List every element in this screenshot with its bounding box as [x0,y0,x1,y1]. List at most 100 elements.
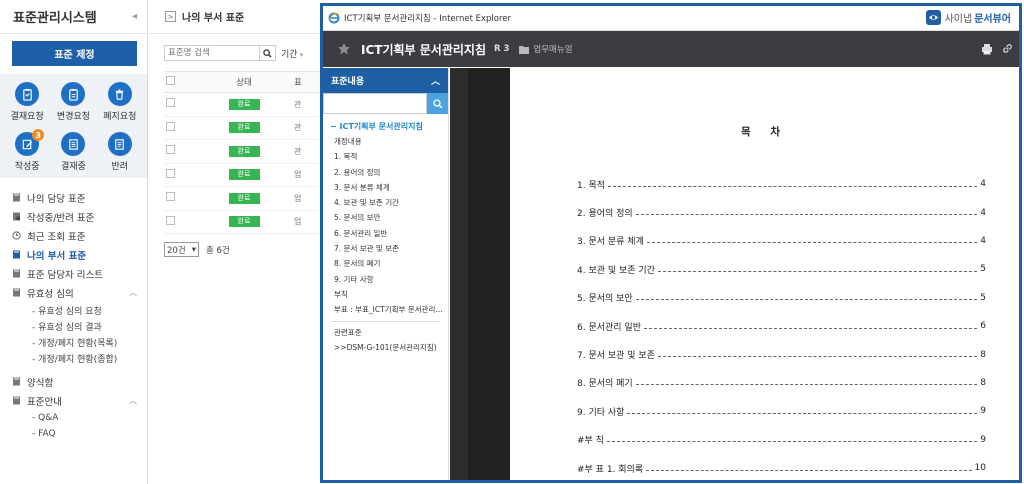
standard-name-truncated[interactable]: 업 [294,193,304,204]
approval-request-action[interactable]: 결재요청 [4,82,50,128]
standard-name-truncated[interactable]: 관 [294,146,304,157]
page-toc-line[interactable]: 4. 보관 및 보존 기간 5 [577,255,986,283]
toc-item[interactable]: 부칙 [323,287,448,302]
row-checkbox[interactable] [166,145,175,155]
drafting-action[interactable]: 3 작성중 [4,129,50,178]
toc-search-bar [323,93,448,114]
submenu-faq[interactable]: - FAQ [0,426,147,442]
star-icon[interactable] [337,42,351,56]
page-toc-line[interactable]: 1. 목적 4 [577,170,986,198]
submenu-qna[interactable]: - Q&A [0,410,147,426]
toc-item[interactable]: 2. 용어의 정의 [323,165,448,180]
table-row[interactable]: 완료 업 [164,186,322,211]
toc-item[interactable]: 1. 목적 [323,149,448,164]
page-toc-line[interactable]: 3. 문서 분류 체계 4 [577,227,986,255]
in-approval-action[interactable]: 결재중 [50,132,96,178]
sidebar-item-department-standards[interactable]: 나의 부서 표준 [0,245,147,264]
table-row[interactable]: 완료 업 [164,163,322,187]
toc-item[interactable]: 4. 보관 및 보존 기간 [323,195,448,210]
submenu-revision-status-list[interactable]: - 개정/폐지 현황(목록) [0,334,147,350]
standard-name-truncated[interactable]: 관 [294,122,304,133]
toc-line-page: 4 [980,235,986,246]
toc-item[interactable]: 부표 : 부표_ICT기획부 문서관리지침 [323,302,448,317]
search-icon[interactable] [427,93,448,114]
row-checkbox[interactable] [166,168,175,178]
sidebar-item-validity-review[interactable]: 유효성 심의 ︿ [0,283,147,302]
select-all-checkbox[interactable] [166,76,175,85]
toc-item[interactable]: 5. 문서의 보안 [323,210,448,225]
sidebar-item-form-box[interactable]: 양식함 [0,372,147,391]
period-filter[interactable]: 기간 ▾ [281,47,303,60]
toc-item[interactable]: 7. 문서 보관 및 보존 [323,241,448,256]
print-icon[interactable] [981,43,993,55]
toc-header[interactable]: 표준내용 ︿ [323,68,448,93]
book-icon [12,250,21,259]
sidebar-item-label: 나의 부서 표준 [27,250,87,262]
row-checkbox[interactable] [166,98,175,108]
status-badge: 완료 [228,169,260,181]
submenu-validity-request[interactable]: - 유효성 심의 요청 [0,302,147,318]
sidebar-item-my-standards[interactable]: 나의 담당 표준 [0,188,147,207]
status-cell: 완료 [194,139,294,164]
expand-sidebar-button[interactable]: > [165,11,176,22]
row-checkbox[interactable] [166,192,175,202]
collapse-sidebar-icon[interactable]: ◂ [132,11,137,22]
page-toc-line[interactable]: 6. 문서관리 일반 6 [577,312,986,340]
abolish-request-action[interactable]: 폐지요청 [97,82,143,128]
page-toc: 1. 목적 4 2. 용어의 정의 4 3. 문서 분류 체계 4 4. 보관 및 보… [577,170,986,480]
page-toc-line[interactable]: 5. 문서의 보안 5 [577,284,986,312]
row-checkbox[interactable] [166,121,175,131]
toc-search-input[interactable] [323,93,427,114]
chevron-up-icon[interactable]: ︿ [129,287,137,298]
brand-name: 문서뷰어 [974,14,1011,25]
sidebar-item-owner-list[interactable]: 표준 담당자 리스트 [0,264,147,283]
toc-line-page: 8 [980,377,986,388]
chevron-up-icon[interactable]: ︿ [129,395,137,406]
page-toc-line[interactable]: 7. 문서 보관 및 보존 8 [577,340,986,368]
toc-item[interactable]: 개정내용 [323,134,448,149]
toc-root-item[interactable]: − ICT기획부 문서관리지침 [323,114,448,134]
sidebar-item-drafting-rejected[interactable]: 작성중/반려 표준 [0,207,147,226]
toc-item[interactable]: 8. 문서의 폐기 [323,256,448,271]
related-standards-title: 관련표준 [334,327,362,337]
page-toc-line[interactable]: 8. 문서의 폐기 8 [577,369,986,397]
submenu-validity-result[interactable]: - 유효성 심의 결과 [0,318,147,334]
search-input[interactable] [164,45,260,61]
row-checkbox[interactable] [166,215,175,225]
sidebar-item-recent[interactable]: 최근 조회 표준 [0,226,147,245]
toc-divider [331,320,440,322]
action-label: 결재요청 [10,112,44,122]
clipboard-icon [15,82,40,106]
dot-leader [644,327,978,329]
page-size-select[interactable]: 20건 ▾ [164,242,199,257]
status-badge: 완료 [228,216,260,228]
related-standard-link[interactable]: >>DSM-G-101(문서관리지침) [323,340,448,355]
toc-item[interactable]: 9. 기타 사항 [323,272,448,287]
sidebar-item-guide[interactable]: 표준안내 ︿ [0,391,147,410]
window-title: ICT기획부 문서관리지침 - Internet Explorer [344,14,512,24]
toc-line-page: 4 [980,179,986,190]
page-toc-line[interactable]: #부 표 1. 회의록 10 [577,454,986,480]
link-icon[interactable] [1002,43,1013,54]
action-label: 작성중 [14,162,40,172]
table-row[interactable]: 완료 관 [164,92,322,117]
sidebar-item-label: 유효성 심의 [27,288,74,300]
table-row[interactable]: 완료 관 [164,116,322,140]
toc-item[interactable]: 6. 문서관리 일반 [323,226,448,241]
row-select-cell [164,163,194,187]
rejected-action[interactable]: 반려 [97,132,143,178]
status-cell: 완료 [194,116,294,140]
page-toc-line[interactable]: 9. 기타 사항 9 [577,397,986,425]
page-toc-line[interactable]: 2. 용어의 정의 4 [577,198,986,226]
standard-name-truncated[interactable]: 관 [294,99,304,110]
new-standard-button[interactable]: 표준 제정 [12,41,137,66]
table-row[interactable]: 완료 업 [164,210,322,234]
table-row[interactable]: 완료 관 [164,139,322,164]
submenu-revision-status-summary[interactable]: - 개정/폐지 현황(종합) [0,350,147,366]
change-request-action[interactable]: 변경요청 [50,82,96,128]
search-icon[interactable] [260,45,276,61]
page-toc-line[interactable]: #부 칙 9 [577,426,986,454]
standard-name-truncated[interactable]: 업 [294,169,304,180]
standard-name-truncated[interactable]: 업 [294,216,304,227]
toc-item[interactable]: 3. 문서 분류 체계 [323,180,448,195]
